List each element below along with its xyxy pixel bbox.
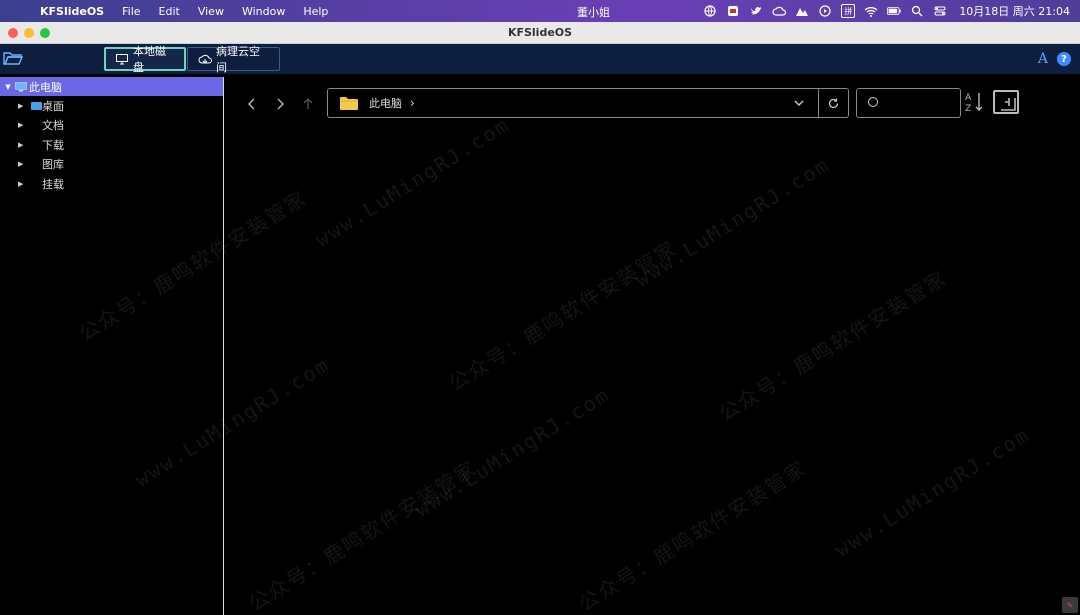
tree-item-label: 图库: [42, 158, 64, 172]
window-title: KFSlideOS: [507, 26, 573, 39]
tree-item-downloads[interactable]: ▶ 下载: [0, 135, 223, 155]
help-button[interactable]: ?: [1057, 52, 1071, 66]
tree-collapsed-arrow-icon[interactable]: ▶: [18, 141, 26, 149]
chevron-left-icon: [248, 98, 255, 110]
computer-icon: [15, 81, 27, 91]
svg-text:A: A: [965, 93, 972, 103]
monitor-icon: [116, 53, 129, 65]
tree-root-label: 此电脑: [29, 80, 62, 94]
tree-expand-arrow-icon[interactable]: ▼: [1, 83, 15, 91]
screen-record-icon[interactable]: [726, 4, 740, 18]
tree-item-label: 挂载: [42, 177, 64, 191]
open-folder-icon: [3, 52, 23, 65]
corner-app-icon[interactable]: ✎: [1062, 597, 1078, 613]
input-method-icon[interactable]: 拼: [841, 4, 856, 18]
file-browser-main: 此电脑 › A Z: [226, 77, 1080, 615]
search-input[interactable]: [879, 93, 957, 113]
battery-icon[interactable]: [887, 4, 901, 18]
tab-pathology-cloud[interactable]: 病理云空间: [187, 45, 280, 74]
tree-collapsed-arrow-icon[interactable]: ▶: [18, 180, 26, 188]
tab-local-disk-label: 本地磁盘: [133, 45, 167, 74]
folder-tree-sidebar: ▼ 此电脑 ▶ 桌面 ▶ 文档 ▶ 下载 ▶ 图库 ▶ 挂载: [0, 77, 224, 615]
maximize-window-button[interactable]: [40, 28, 50, 38]
tab-local-disk[interactable]: 本地磁盘: [104, 45, 186, 74]
control-center-icon[interactable]: [933, 4, 947, 18]
tree-item-this-pc[interactable]: ▼ 此电脑: [0, 77, 223, 96]
tree-item-mounts[interactable]: ▶ 挂载: [0, 174, 223, 194]
cloud-icon: [198, 53, 212, 65]
macos-menubar: KFSlideOS File Edit View Window Help 董小姐…: [0, 0, 1080, 22]
tree-item-label: 桌面: [42, 99, 64, 113]
address-bar[interactable]: 此电脑 ›: [327, 88, 849, 118]
menu-view[interactable]: View: [198, 5, 224, 18]
tab-pathology-cloud-label: 病理云空间: [216, 45, 260, 74]
menu-edit[interactable]: Edit: [159, 5, 180, 18]
tree-item-gallery[interactable]: ▶ 图库: [0, 155, 223, 175]
tree-collapsed-arrow-icon[interactable]: ▶: [18, 102, 26, 110]
wifi-icon[interactable]: [864, 4, 878, 18]
mountain-icon[interactable]: [795, 4, 809, 18]
spotlight-search-icon[interactable]: [910, 4, 924, 18]
play-circle-icon[interactable]: [818, 4, 832, 18]
tree-collapsed-arrow-icon[interactable]: ▶: [18, 160, 26, 168]
chevron-down-icon[interactable]: [792, 96, 806, 110]
font-settings-button[interactable]: A: [1038, 51, 1048, 67]
close-window-button[interactable]: [8, 28, 18, 38]
minimize-window-button[interactable]: [24, 28, 34, 38]
menu-window[interactable]: Window: [242, 5, 285, 18]
view-mode-button[interactable]: [993, 90, 1019, 114]
window-titlebar: KFSlideOS: [0, 22, 1080, 44]
menu-app-name[interactable]: KFSlideOS: [40, 5, 104, 18]
menubar-user-name[interactable]: 董小姐: [577, 4, 610, 20]
creative-cloud-icon[interactable]: [772, 4, 787, 18]
menu-file[interactable]: File: [122, 5, 140, 18]
refresh-icon[interactable]: [827, 97, 840, 110]
address-divider: [818, 89, 819, 117]
status-area: 拼 10月18日 周六 21:04: [694, 0, 1070, 22]
path-separator-icon[interactable]: ›: [410, 96, 415, 110]
bird-icon[interactable]: [749, 4, 763, 18]
app-toolbar: 本地磁盘 病理云空间 A ?: [0, 44, 1080, 74]
menu-help[interactable]: Help: [303, 5, 328, 18]
traffic-lights: [8, 28, 56, 38]
open-folder-button[interactable]: [2, 47, 24, 69]
desktop-icon: [31, 101, 42, 110]
view-mode-icon: [1001, 98, 1016, 111]
tree-item-documents[interactable]: ▶ 文档: [0, 116, 223, 136]
sort-az-icon: A Z: [965, 93, 983, 114]
svg-text:Z: Z: [965, 104, 971, 113]
tree-collapsed-arrow-icon[interactable]: ▶: [18, 121, 26, 129]
sort-button[interactable]: A Z: [964, 91, 986, 114]
tree-item-label: 文档: [42, 119, 64, 133]
up-button[interactable]: [300, 96, 316, 112]
search-icon: [868, 97, 878, 107]
menubar-datetime[interactable]: 10月18日 周六 21:04: [959, 3, 1070, 19]
globe-icon[interactable]: [703, 4, 717, 18]
forward-button[interactable]: [272, 96, 288, 112]
back-button[interactable]: [244, 96, 260, 112]
folder-icon: [340, 97, 358, 110]
tree-item-desktop[interactable]: ▶ 桌面: [0, 96, 223, 116]
tree-item-label: 下载: [42, 138, 64, 152]
chevron-right-icon: [277, 98, 284, 110]
search-box[interactable]: [856, 88, 961, 118]
address-path-label[interactable]: 此电脑: [369, 95, 402, 111]
arrow-up-icon: [303, 98, 313, 109]
